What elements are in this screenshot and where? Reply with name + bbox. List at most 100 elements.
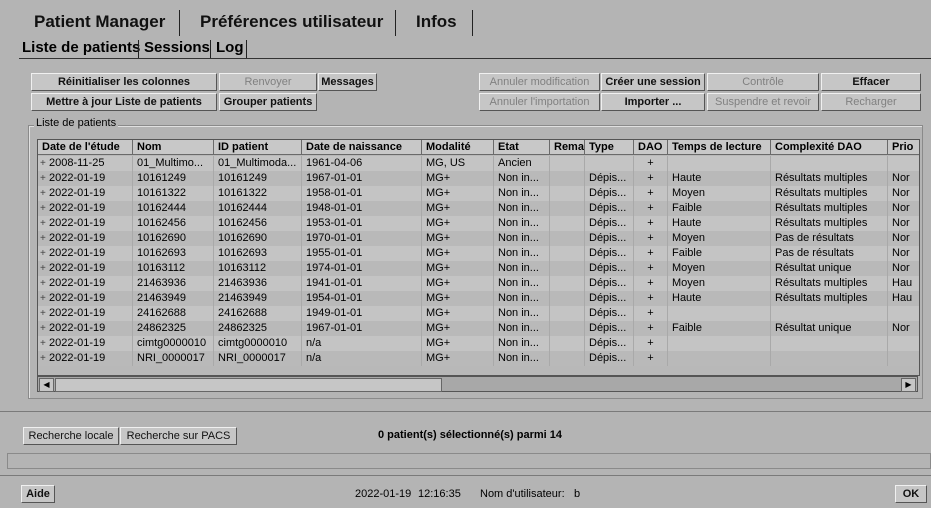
expand-icon[interactable]: + [40, 306, 49, 321]
update-patient-list-button[interactable]: Mettre à jour Liste de patients [31, 93, 217, 111]
remarks-cell [550, 216, 585, 231]
pacs-search-button[interactable]: Recherche sur PACS [120, 427, 237, 445]
remarks-cell [550, 321, 585, 336]
resend-button[interactable]: Renvoyer [219, 73, 317, 91]
remarks-cell [550, 351, 585, 366]
expand-icon[interactable]: + [40, 291, 49, 306]
remarks-cell [550, 201, 585, 216]
state-cell: Non in... [494, 306, 550, 321]
state-cell: Non in... [494, 261, 550, 276]
col-dao-complexity-header[interactable]: Complexité DAO [771, 140, 888, 155]
study-date-cell: +2022-01-19 [38, 291, 133, 306]
scroll-right-icon[interactable]: ▶ [901, 378, 916, 392]
birth-date-cell: 1974-01-01 [302, 261, 422, 276]
table-row[interactable]: +2022-01-19 cimtg0000010 cimtg0000010 n/a MG… [38, 336, 919, 351]
username-value: b [574, 488, 581, 500]
col-patient-id-header[interactable]: ID patient [214, 140, 302, 155]
scroll-left-icon[interactable]: ◀ [39, 378, 54, 392]
state-cell: Non in... [494, 201, 550, 216]
col-reading-time-header[interactable]: Temps de lecture [668, 140, 771, 155]
patient-id-cell: 10162693 [214, 246, 302, 261]
scrollbar-thumb[interactable] [55, 378, 442, 392]
group-patients-button[interactable]: Grouper patients [219, 93, 317, 111]
dao-cell: + [634, 351, 668, 366]
expand-icon[interactable]: + [40, 336, 49, 351]
reading-time-cell: Faible [668, 321, 771, 336]
priority-cell: Nor [888, 321, 919, 336]
col-state-header[interactable]: Etat [494, 140, 550, 155]
table-row[interactable]: +2022-01-19 10161249 10161249 1967-01-01 MG+… [38, 171, 919, 186]
expand-icon[interactable]: + [40, 201, 49, 216]
dao-complexity-cell: Résultat unique [771, 321, 888, 336]
delete-button[interactable]: Effacer [821, 73, 921, 91]
subtab-patient-list[interactable]: Liste de patients [22, 38, 140, 58]
ok-button[interactable]: OK [895, 485, 927, 503]
type-cell: Dépis... [585, 246, 634, 261]
messages-button[interactable]: Messages [318, 73, 377, 91]
expand-icon[interactable]: + [40, 276, 49, 291]
cancel-import-button[interactable]: Annuler l'importation [479, 93, 600, 111]
reload-button[interactable]: Recharger [821, 93, 921, 111]
col-study-date-header[interactable]: Date de l'étude [38, 140, 133, 155]
subtab-sessions[interactable]: Sessions [144, 38, 210, 58]
import-button[interactable]: Importer ... [601, 93, 705, 111]
tab-separator [472, 10, 473, 36]
username-label: Nom d'utilisateur: [480, 488, 565, 500]
col-birth-date-header[interactable]: Date de naissance [302, 140, 422, 155]
table-row[interactable]: +2022-01-19 10162690 10162690 1970-01-01 MG+… [38, 231, 919, 246]
col-priority-header[interactable]: Prio [888, 140, 919, 155]
state-cell: Non in... [494, 336, 550, 351]
table-row[interactable]: +2022-01-19 10163112 10163112 1974-01-01 MG+… [38, 261, 919, 276]
study-date-text: 2022-01-19 [49, 277, 106, 289]
table-row[interactable]: +2022-01-19 10162693 10162693 1955-01-01 MG+… [38, 246, 919, 261]
expand-icon[interactable]: + [40, 246, 49, 261]
divider [0, 475, 931, 476]
cancel-modification-button[interactable]: Annuler modification [479, 73, 600, 91]
remarks-cell [550, 156, 585, 171]
table-row[interactable]: +2022-01-19 NRI_0000017 NRI_0000017 n/a MG+ N… [38, 351, 919, 366]
priority-cell [888, 156, 919, 171]
help-button[interactable]: Aide [21, 485, 55, 503]
reset-columns-button[interactable]: Réinitialiser les colonnes [31, 73, 217, 91]
table-row[interactable]: +2022-01-19 10162456 10162456 1953-01-01 MG+… [38, 216, 919, 231]
horizontal-scrollbar[interactable]: ◀ ▶ [37, 376, 918, 392]
table-row[interactable]: +2022-01-19 24162688 24162688 1949-01-01 MG+… [38, 306, 919, 321]
patient-table[interactable]: Date de l'étude Nom ID patient Date de nais… [37, 139, 920, 376]
tab-patient-manager[interactable]: Patient Manager [34, 10, 165, 34]
expand-icon[interactable]: + [40, 171, 49, 186]
suspend-review-button[interactable]: Suspendre et revoir [707, 93, 819, 111]
study-date-text: 2022-01-19 [49, 232, 106, 244]
expand-icon[interactable]: + [40, 321, 49, 336]
table-row[interactable]: +2022-01-19 24862325 24862325 1967-01-01 MG+… [38, 321, 919, 336]
table-row[interactable]: +2008-11-25 01_Multimo... 01_Multimoda... 1… [38, 156, 919, 171]
col-dao-header[interactable]: DAO [634, 140, 668, 155]
tab-user-preferences[interactable]: Préférences utilisateur [200, 10, 383, 34]
expand-icon[interactable]: + [40, 261, 49, 276]
table-row[interactable]: +2022-01-19 21463936 21463936 1941-01-01 MG+… [38, 276, 919, 291]
expand-icon[interactable]: + [40, 231, 49, 246]
main-tab-bar: Patient Manager Préférences utilisateur … [0, 0, 931, 38]
table-row[interactable]: +2022-01-19 10161322 10161322 1958-01-01 MG+… [38, 186, 919, 201]
subtab-log[interactable]: Log [216, 38, 244, 58]
control-button[interactable]: Contrôle [707, 73, 819, 91]
tab-infos[interactable]: Infos [416, 10, 457, 34]
expand-icon[interactable]: + [40, 351, 49, 366]
remarks-cell [550, 291, 585, 306]
local-search-button[interactable]: Recherche locale [23, 427, 119, 445]
dao-complexity-cell: Résultats multiples [771, 216, 888, 231]
reading-time-cell: Haute [668, 291, 771, 306]
expand-icon[interactable]: + [40, 216, 49, 231]
col-type-header[interactable]: Type [585, 140, 634, 155]
col-modality-header[interactable]: Modalité [422, 140, 494, 155]
expand-icon[interactable]: + [40, 186, 49, 201]
create-session-button[interactable]: Créer une session [601, 73, 705, 91]
col-name-header[interactable]: Nom [133, 140, 214, 155]
birth-date-cell: n/a [302, 351, 422, 366]
patient-id-cell: 21463949 [214, 291, 302, 306]
dao-cell: + [634, 171, 668, 186]
expand-icon[interactable]: + [40, 156, 49, 171]
dao-cell: + [634, 306, 668, 321]
table-row[interactable]: +2022-01-19 10162444 10162444 1948-01-01 MG+… [38, 201, 919, 216]
col-remarks-header[interactable]: Rema [550, 140, 585, 155]
table-row[interactable]: +2022-01-19 21463949 21463949 1954-01-01 MG+… [38, 291, 919, 306]
